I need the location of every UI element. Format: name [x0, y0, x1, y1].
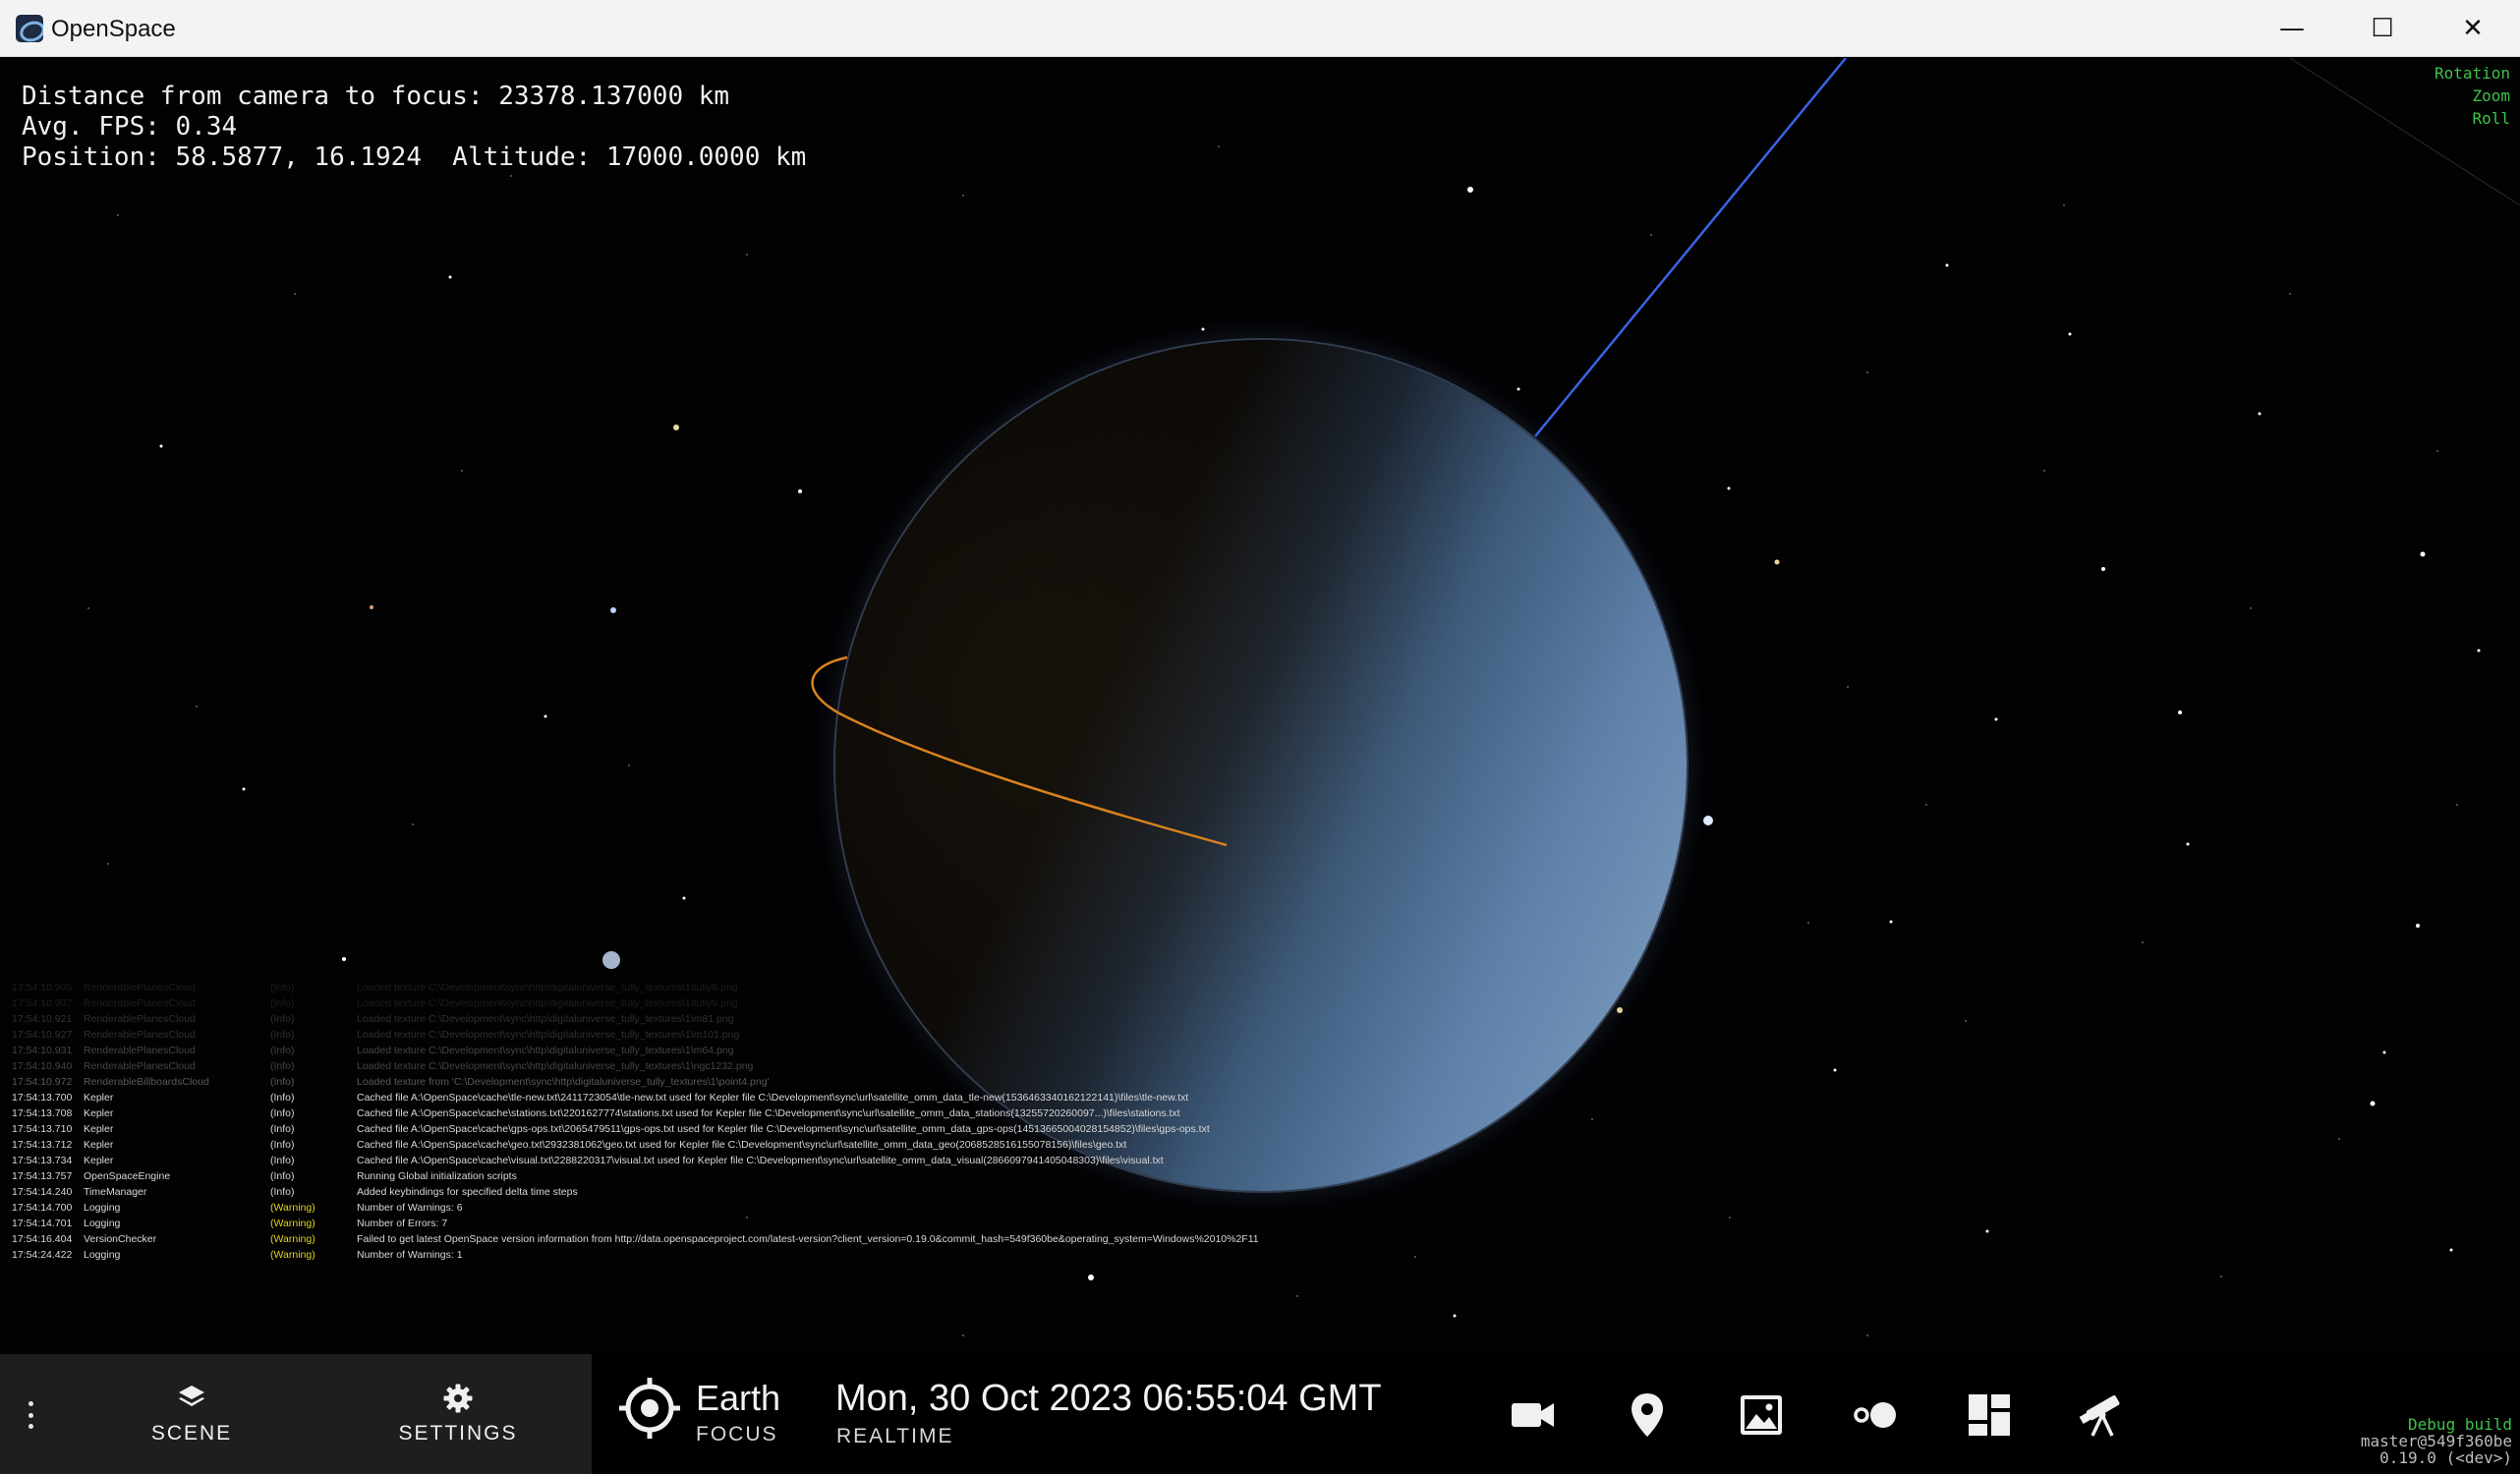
time-mode-label: REALTIME: [836, 1425, 954, 1447]
toggle-dots-icon: [1854, 1402, 1896, 1428]
log-row: 17:54:13.734 Kepler (Info) Cached file A:\O…: [12, 1155, 1164, 1166]
satellite-trail-line: [1534, 58, 1847, 437]
window-title: OpenSpace: [51, 16, 176, 42]
settings-button[interactable]: SETTINGS: [393, 1354, 523, 1474]
log-row: 17:54:14.701 Logging (Warning) Number of Er…: [12, 1218, 448, 1229]
log-row: 17:54:10.940 RenderablePlanesCloud (Info) L…: [12, 1060, 754, 1072]
log-row: 17:54:14.700 Logging (Warning) Number of Wa…: [12, 1202, 463, 1214]
scene-label: SCENE: [150, 1422, 233, 1445]
camera-info-hud: Distance from camera to focus: 23378.137…: [22, 82, 806, 173]
telescope-icon: [2079, 1395, 2120, 1437]
roll-hint: Roll: [2472, 109, 2510, 128]
title-bar: OpenSpace — ☐ ✕: [0, 0, 2520, 57]
dashboard-icon: [1969, 1394, 2010, 1436]
log-row: 17:54:13.708 Kepler (Info) Cached file A:\O…: [12, 1107, 1180, 1119]
zoom-hint: Zoom: [2472, 86, 2510, 105]
log-row: 17:54:13.757 OpenSpaceEngine (Info) Running…: [12, 1170, 517, 1182]
log-row: 17:54:10.972 RenderableBillboardsCloud (In…: [12, 1076, 770, 1088]
log-row: 17:54:14.240 TimeManager (Info) Added keybi…: [12, 1186, 578, 1198]
scene-button[interactable]: SCENE: [138, 1354, 246, 1474]
navigation-hints: Rotation Zoom Roll: [2434, 62, 2510, 130]
debug-build-label: Debug build: [2408, 1415, 2512, 1434]
layers-icon: [179, 1386, 204, 1406]
maximize-button[interactable]: ☐: [2337, 0, 2428, 57]
log-row: 17:54:10.931 RenderablePlanesCloud (Info) L…: [12, 1045, 734, 1056]
bottom-toolbar: SCENE SETTINGS Earth FOCUS Mon, 30 Oct 2…: [0, 1354, 2520, 1474]
distance-readout: Distance from camera to focus: 23378.137…: [22, 82, 730, 111]
focus-label: FOCUS: [696, 1423, 778, 1446]
close-button[interactable]: ✕: [2428, 0, 2518, 57]
log-console: 17:54:10.905 RenderablePlanesCloud (Info) L…: [12, 980, 1388, 1263]
dashboard-button[interactable]: [1950, 1376, 2029, 1454]
gear-icon: [443, 1384, 473, 1413]
log-row: 17:54:13.712 Kepler (Info) Cached file A:\O…: [12, 1139, 1127, 1151]
log-row: 17:54:10.905 RenderablePlanesCloud (Info) L…: [12, 982, 738, 993]
video-camera-button[interactable]: [1494, 1376, 1573, 1454]
position-readout: Position: 58.5877, 16.1924 Altitude: 170…: [22, 142, 807, 172]
log-row: 17:54:13.700 Kepler (Info) Cached file A:\O…: [12, 1092, 1189, 1104]
toggle-button[interactable]: [1836, 1376, 1915, 1454]
log-row: 17:54:10.927 RenderablePlanesCloud (Info) L…: [12, 1029, 740, 1041]
log-row: 17:54:10.907 RenderablePlanesCloud (Info) L…: [12, 997, 738, 1009]
crosshair-focus-icon: [619, 1378, 680, 1439]
log-row: 17:54:16.404 VersionChecker (Warning) Faile…: [12, 1233, 1259, 1245]
image-icon: [1741, 1395, 1782, 1435]
orbit-path: [811, 655, 1228, 847]
log-row: 17:54:10.921 RenderablePlanesCloud (Info) L…: [12, 1013, 734, 1025]
telescope-button[interactable]: [2064, 1376, 2143, 1454]
minimize-button[interactable]: —: [2247, 0, 2337, 57]
video-camera-icon: [1512, 1403, 1554, 1427]
version-label: 0.19.0 (<dev>): [2379, 1448, 2512, 1467]
log-row: 17:54:24.422 Logging (Warning) Number of Wa…: [12, 1249, 463, 1261]
simulation-time[interactable]: Mon, 30 Oct 2023 06:55:04 GMT: [835, 1378, 1382, 1420]
focus-name: Earth: [696, 1378, 781, 1418]
settings-label: SETTINGS: [398, 1422, 518, 1445]
build-info: Debug build master@549f360be 0.19.0 (<de…: [2361, 1416, 2512, 1466]
openspace-app-icon: [16, 15, 43, 42]
more-options-icon[interactable]: [20, 1395, 41, 1435]
map-pin-button[interactable]: [1608, 1376, 1687, 1454]
log-row: 17:54:13.710 Kepler (Info) Cached file A:\O…: [12, 1123, 1210, 1135]
commit-label: master@549f360be: [2360, 1432, 2512, 1450]
fps-readout: Avg. FPS: 0.34: [22, 112, 238, 142]
left-menu-panel: SCENE SETTINGS: [0, 1354, 592, 1474]
map-pin-icon: [1632, 1393, 1663, 1437]
image-button[interactable]: [1722, 1376, 1801, 1454]
rotation-hint: Rotation: [2434, 64, 2510, 83]
